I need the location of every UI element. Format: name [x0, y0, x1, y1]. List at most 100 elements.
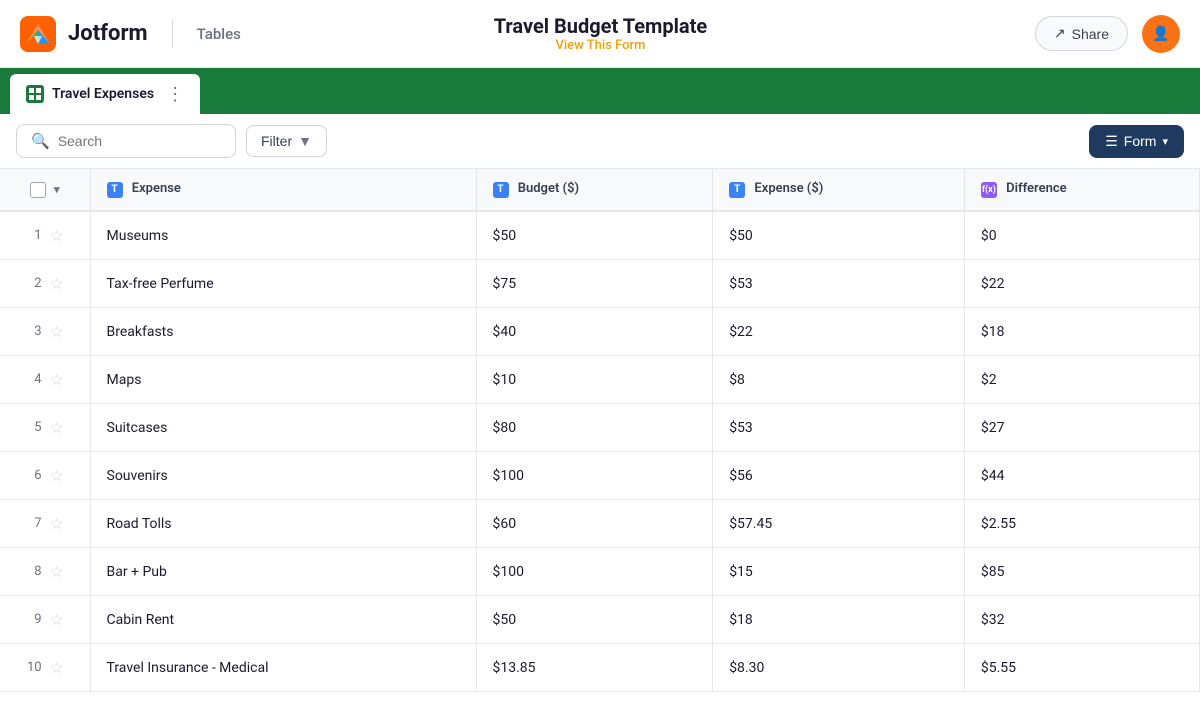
row-difference-value: $5.55	[981, 660, 1016, 676]
row-meta-cell: 6 ☆	[0, 452, 90, 500]
row-expense-value: Tax-free Perfume	[107, 276, 214, 292]
filter-button[interactable]: Filter ▼	[246, 125, 327, 157]
row-star-icon[interactable]: ☆	[50, 322, 64, 341]
th-expense-label: Expense	[132, 181, 181, 196]
row-expense-amt-cell: $8.30	[713, 644, 965, 692]
row-expense-amt-value: $8	[729, 372, 745, 388]
row-number: 1	[26, 228, 42, 243]
table-row: 9 ☆ Cabin Rent $50 $18 $32	[0, 596, 1200, 644]
table-row: 1 ☆ Museums $50 $50 $0	[0, 211, 1200, 260]
row-budget-cell: $50	[476, 596, 713, 644]
avatar[interactable]: 👤	[1142, 15, 1180, 53]
row-expense-value: Museums	[107, 228, 169, 244]
row-budget-cell: $60	[476, 500, 713, 548]
row-expense-amt-value: $50	[729, 228, 753, 244]
row-number: 3	[26, 324, 42, 339]
row-star-icon[interactable]: ☆	[50, 562, 64, 581]
app-header: Jotform Tables Travel Budget Template Vi…	[0, 0, 1200, 68]
row-expense-cell: Museums	[90, 211, 476, 260]
row-meta-cell: 3 ☆	[0, 308, 90, 356]
search-icon: 🔍	[31, 132, 50, 150]
form-button[interactable]: ☰ Form ▾	[1089, 125, 1184, 158]
row-star-icon[interactable]: ☆	[50, 610, 64, 629]
table-row: 10 ☆ Travel Insurance - Medical $13.85 $…	[0, 644, 1200, 692]
row-budget-cell: $50	[476, 211, 713, 260]
difference-col-type-icon: f(x)	[981, 182, 997, 198]
row-star-icon[interactable]: ☆	[50, 418, 64, 437]
row-budget-cell: $100	[476, 452, 713, 500]
tab-options-icon[interactable]: ⋮	[166, 84, 184, 105]
row-budget-value: $40	[493, 324, 517, 340]
row-budget-value: $10	[493, 372, 517, 388]
filter-label: Filter	[261, 133, 292, 149]
row-meta-cell: 2 ☆	[0, 260, 90, 308]
row-star-icon[interactable]: ☆	[50, 274, 64, 293]
row-expense-amt-cell: $53	[713, 260, 965, 308]
row-star-icon[interactable]: ☆	[50, 514, 64, 533]
th-budget-label: Budget ($)	[518, 181, 579, 196]
row-star-icon[interactable]: ☆	[50, 370, 64, 389]
row-difference-value: $44	[981, 468, 1005, 484]
tab-grid-icon	[26, 85, 44, 103]
logo-text: Jotform	[68, 21, 148, 46]
row-budget-cell: $40	[476, 308, 713, 356]
row-meta-cell: 8 ☆	[0, 548, 90, 596]
share-button[interactable]: ↗ Share	[1035, 16, 1128, 51]
row-expense-amt-cell: $56	[713, 452, 965, 500]
row-expense-cell: Breakfasts	[90, 308, 476, 356]
row-expense-cell: Suitcases	[90, 404, 476, 452]
row-number: 4	[26, 372, 42, 387]
expense-amt-col-type-icon: T	[729, 182, 745, 198]
row-budget-cell: $75	[476, 260, 713, 308]
page-title: Travel Budget Template	[494, 14, 707, 38]
row-difference-cell: $27	[964, 404, 1199, 452]
row-star-icon[interactable]: ☆	[50, 466, 64, 485]
row-difference-value: $32	[981, 612, 1005, 628]
row-expense-cell: Maps	[90, 356, 476, 404]
select-all-checkbox[interactable]	[30, 182, 46, 198]
table-header-row: ▾ T Expense T Budget ($) T Expense ($) f…	[0, 169, 1200, 211]
row-expense-amt-value: $56	[729, 468, 753, 484]
tab-travel-expenses[interactable]: Travel Expenses ⋮	[10, 74, 200, 114]
row-expense-value: Souvenirs	[107, 468, 168, 484]
row-number: 6	[26, 468, 42, 483]
row-budget-cell: $10	[476, 356, 713, 404]
row-star-icon[interactable]: ☆	[50, 658, 64, 677]
table-row: 6 ☆ Souvenirs $100 $56 $44	[0, 452, 1200, 500]
row-budget-value: $13.85	[493, 660, 536, 676]
row-meta-cell: 10 ☆	[0, 644, 90, 692]
row-budget-cell: $13.85	[476, 644, 713, 692]
search-input[interactable]	[58, 133, 221, 149]
share-label: Share	[1072, 26, 1109, 42]
row-difference-cell: $5.55	[964, 644, 1199, 692]
form-doc-icon: ☰	[1105, 133, 1118, 150]
header-right: ↗ Share 👤	[960, 15, 1180, 53]
row-meta-cell: 5 ☆	[0, 404, 90, 452]
view-form-link[interactable]: View This Form	[555, 38, 645, 53]
row-difference-cell: $2	[964, 356, 1199, 404]
data-table: ▾ T Expense T Budget ($) T Expense ($) f…	[0, 169, 1200, 692]
form-label: Form	[1124, 133, 1157, 149]
row-budget-value: $80	[493, 420, 517, 436]
row-expense-amt-cell: $18	[713, 596, 965, 644]
row-expense-amt-cell: $53	[713, 404, 965, 452]
row-order-chevron-icon[interactable]: ▾	[54, 183, 60, 196]
th-expense-amt-label: Expense ($)	[754, 181, 823, 196]
row-difference-cell: $0	[964, 211, 1199, 260]
row-expense-amt-cell: $22	[713, 308, 965, 356]
header-divider	[172, 20, 173, 48]
row-star-icon[interactable]: ☆	[50, 226, 64, 245]
row-expense-cell: Travel Insurance - Medical	[90, 644, 476, 692]
row-budget-value: $50	[493, 228, 517, 244]
row-difference-value: $2.55	[981, 516, 1016, 532]
row-number: 7	[26, 516, 42, 531]
row-expense-cell: Cabin Rent	[90, 596, 476, 644]
search-box[interactable]: 🔍	[16, 124, 236, 158]
row-difference-cell: $85	[964, 548, 1199, 596]
table-row: 7 ☆ Road Tolls $60 $57.45 $2.55	[0, 500, 1200, 548]
row-difference-value: $27	[981, 420, 1005, 436]
row-expense-amt-value: $53	[729, 420, 753, 436]
tab-bar: Travel Expenses ⋮	[0, 68, 1200, 114]
row-meta-cell: 9 ☆	[0, 596, 90, 644]
toolbar: 🔍 Filter ▼ ☰ Form ▾	[0, 114, 1200, 169]
